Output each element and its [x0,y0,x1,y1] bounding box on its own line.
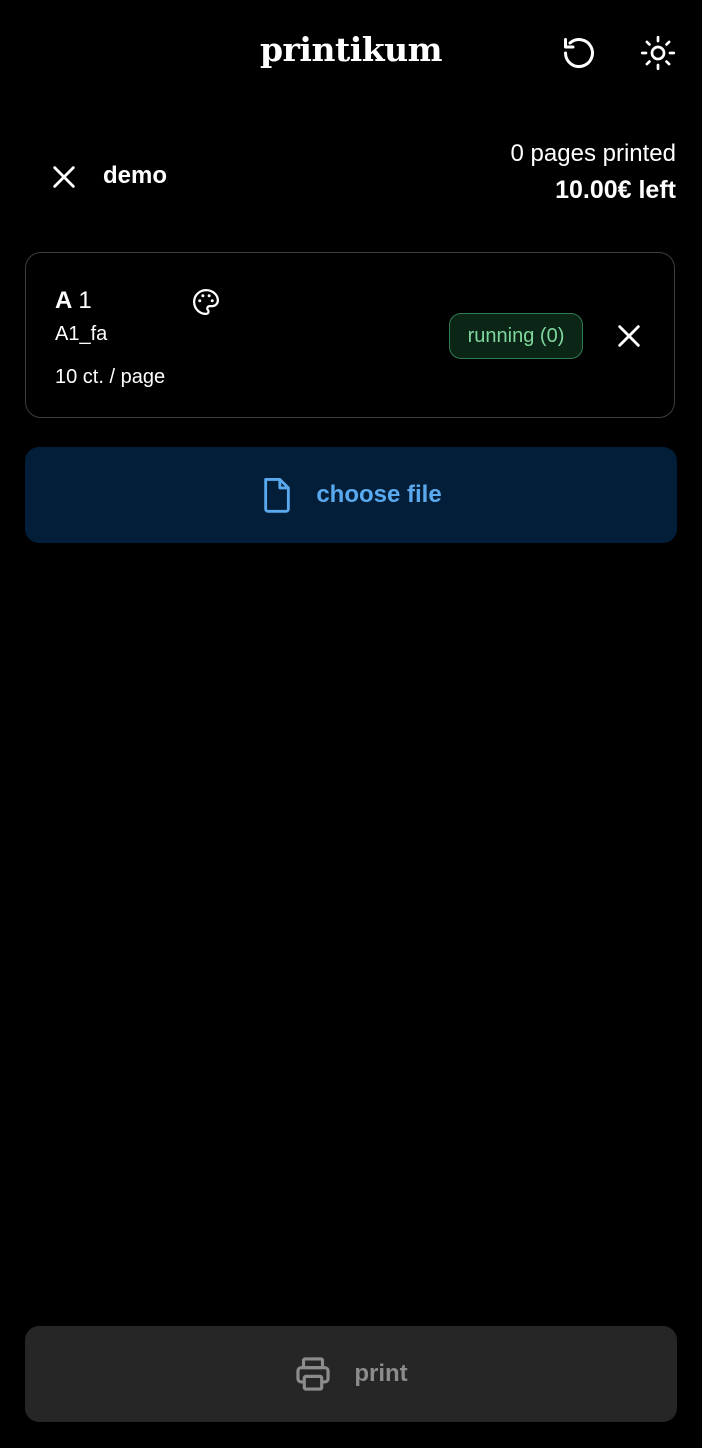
palette-icon [193,289,219,315]
sun-icon [640,35,676,71]
printer-card[interactable]: A1 A1_fa 10 ct. / page running (0) [25,252,675,418]
account-name: demo [103,162,168,189]
app-root: printikum demo 0 pages printed 10.00€ le… [0,0,702,1448]
theme-toggle-button[interactable] [635,30,681,76]
pages-printed-count: 0 pages printed [510,140,676,167]
reload-icon [564,38,594,69]
file-icon [264,477,291,513]
app-header: printikum [0,0,702,108]
choose-file-button[interactable]: choose file [25,447,677,543]
close-icon [53,166,75,188]
reload-button[interactable] [556,30,602,76]
logout-button[interactable] [40,153,88,201]
printer-letter: A [55,287,73,314]
printer-price: 10 ct. / page [55,366,166,388]
printer-name: A1 [55,287,92,315]
status-badge: running (0) [449,313,583,359]
account-balance: 10.00€ left [555,176,676,204]
close-icon [618,325,640,347]
choose-file-label: choose file [316,481,442,508]
printer-icon [296,1357,330,1391]
print-label: print [354,1360,408,1387]
remove-printer-button[interactable] [606,313,652,359]
printer-queue-name: A1_fa [55,323,108,345]
print-button[interactable]: print [25,1326,677,1422]
printer-number: 1 [78,287,92,314]
